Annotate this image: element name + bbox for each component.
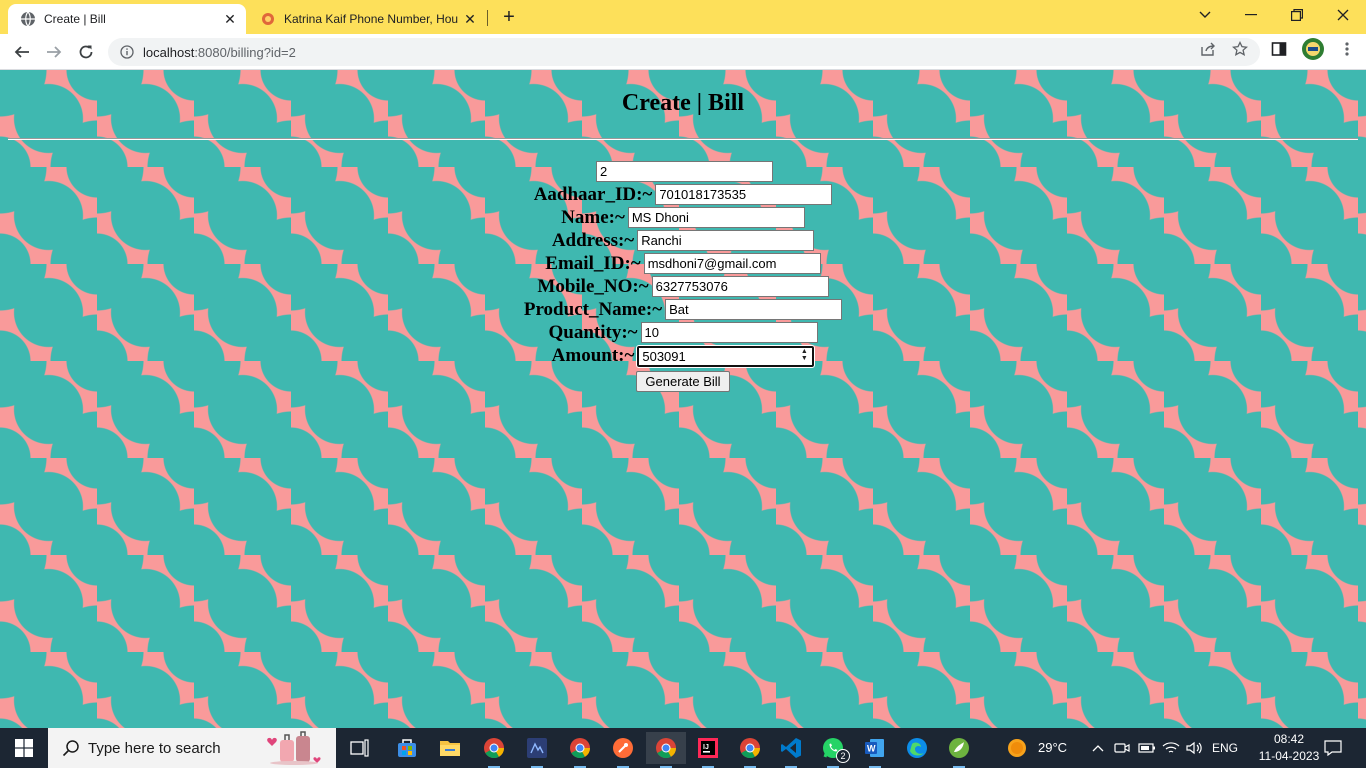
task-view-icon[interactable] xyxy=(340,732,380,764)
chrome-icon[interactable] xyxy=(560,732,600,768)
vscode-icon[interactable] xyxy=(771,732,811,768)
mobile-row: Mobile_NO:~ xyxy=(0,275,1366,298)
volume-icon[interactable] xyxy=(1184,732,1206,764)
whatsapp-badge: 2 xyxy=(836,749,850,763)
amount-label: Amount:~ xyxy=(551,345,635,366)
svg-text:W: W xyxy=(867,744,876,754)
battery-icon[interactable] xyxy=(1136,732,1158,764)
bookmark-star-icon[interactable] xyxy=(1231,40,1249,58)
tab-search-chevron-icon[interactable] xyxy=(1182,0,1228,30)
name-input[interactable] xyxy=(627,207,805,228)
profile-avatar-icon[interactable] xyxy=(1302,38,1324,60)
new-tab-button[interactable]: + xyxy=(498,6,520,28)
more-menu-icon[interactable] xyxy=(1338,40,1356,58)
microsoft-store-icon[interactable] xyxy=(387,732,427,764)
word-icon[interactable]: W xyxy=(855,732,895,768)
search-highlight-luggage-icon xyxy=(267,731,321,765)
file-explorer-icon[interactable] xyxy=(430,732,470,764)
edge-icon[interactable] xyxy=(897,732,937,764)
url-host: localhost xyxy=(143,44,195,60)
amount-field-wrapper: ▲▼ xyxy=(636,344,816,368)
back-arrow-icon[interactable] xyxy=(8,38,36,66)
amount-row: Amount:~ ▲▼ xyxy=(0,344,1366,368)
email-input[interactable] xyxy=(643,253,821,274)
side-panel-icon[interactable] xyxy=(1270,40,1288,58)
address-bar[interactable]: localhost:8080/billing?id=2 xyxy=(108,38,1260,66)
globe-icon xyxy=(20,11,36,27)
mobile-label: Mobile_NO:~ xyxy=(537,276,649,297)
billing-form: Aadhaar_ID:~ Name:~ Address:~ Email_ID:~… xyxy=(0,160,1366,394)
close-tab-icon[interactable]: ✕ xyxy=(460,9,480,29)
notification-center-icon[interactable] xyxy=(1318,732,1348,764)
taskbar-search-box[interactable]: Type here to search xyxy=(48,728,336,768)
email-label: Email_ID:~ xyxy=(545,253,641,274)
site-favicon-icon xyxy=(260,11,276,27)
browser-toolbar: localhost:8080/billing?id=2 xyxy=(0,34,1366,70)
quantity-label: Quantity:~ xyxy=(548,322,638,343)
meet-now-icon[interactable] xyxy=(1112,732,1132,764)
url-text: localhost:8080/billing?id=2 xyxy=(143,45,296,60)
mobile-input[interactable] xyxy=(651,276,829,297)
close-window-button[interactable] xyxy=(1320,0,1366,30)
weather-sun-icon[interactable] xyxy=(997,732,1037,764)
page-content: Create | Bill Aadhaar_ID:~ Name:~ Addres… xyxy=(0,70,1366,728)
eclipse-icon[interactable] xyxy=(517,732,557,768)
minimize-window-button[interactable] xyxy=(1228,0,1274,30)
email-row: Email_ID:~ xyxy=(0,252,1366,275)
clock-time[interactable]: 08:42 xyxy=(1264,732,1314,746)
product-name-label: Product_Name:~ xyxy=(523,299,663,320)
aadhaar-label: Aadhaar_ID:~ xyxy=(533,184,653,205)
tab-katrina-kaif[interactable]: Katrina Kaif Phone Number, Hou ✕ xyxy=(250,4,486,34)
quantity-row: Quantity:~ xyxy=(0,321,1366,344)
page-title: Create | Bill xyxy=(621,90,745,116)
clock-date[interactable]: 11-04-2023 xyxy=(1250,749,1328,763)
browser-tab-strip: Create | Bill ✕ Katrina Kaif Phone Numbe… xyxy=(0,0,1366,34)
address-input[interactable] xyxy=(637,230,815,251)
quantity-input[interactable] xyxy=(640,322,818,343)
share-icon[interactable] xyxy=(1199,40,1217,58)
postman-icon[interactable] xyxy=(603,732,643,768)
product-name-row: Product_Name:~ xyxy=(0,298,1366,321)
horizontal-rule xyxy=(8,138,1358,140)
chrome-icon[interactable] xyxy=(646,732,686,768)
id-row xyxy=(0,160,1366,183)
search-icon xyxy=(62,739,80,757)
whatsapp-icon[interactable]: 2 xyxy=(813,732,853,768)
forward-arrow-icon[interactable] xyxy=(40,38,68,66)
chrome-icon[interactable] xyxy=(474,732,514,768)
address-label: Address:~ xyxy=(551,230,635,251)
chevron-up-icon[interactable] xyxy=(1088,732,1108,764)
weather-temperature[interactable]: 29°C xyxy=(1038,740,1067,755)
windows-start-icon[interactable] xyxy=(0,728,48,768)
product-name-input[interactable] xyxy=(665,299,843,320)
generate-bill-button[interactable]: Generate Bill xyxy=(636,370,730,392)
site-info-icon[interactable] xyxy=(119,44,135,60)
name-row: Name:~ xyxy=(0,206,1366,229)
tab-title: Katrina Kaif Phone Number, Hou xyxy=(284,12,459,26)
name-label: Name:~ xyxy=(561,207,625,228)
input-language[interactable]: ENG xyxy=(1212,741,1238,755)
url-path: :8080/billing?id=2 xyxy=(194,44,296,60)
spring-tools-icon[interactable] xyxy=(939,732,979,768)
tab-title: Create | Bill xyxy=(44,12,106,26)
windows-taskbar: Type here to search IJ 2 W 29°C ENG 08:4… xyxy=(0,728,1366,768)
wifi-icon[interactable] xyxy=(1160,732,1182,764)
intellij-icon[interactable]: IJ xyxy=(688,732,728,768)
aadhaar-row: Aadhaar_ID:~ xyxy=(0,183,1366,206)
address-row: Address:~ xyxy=(0,229,1366,252)
reload-icon[interactable] xyxy=(72,38,100,66)
amount-input[interactable] xyxy=(636,345,816,368)
submit-row: Generate Bill xyxy=(0,368,1366,394)
number-spinner-icon[interactable]: ▲ ▼ xyxy=(799,348,809,362)
close-tab-icon[interactable]: ✕ xyxy=(220,9,240,29)
aadhaar-input[interactable] xyxy=(655,184,833,205)
restore-window-button[interactable] xyxy=(1274,0,1320,30)
search-placeholder: Type here to search xyxy=(88,739,221,757)
svg-text:IJ: IJ xyxy=(703,744,709,751)
id-input[interactable] xyxy=(596,161,773,182)
tab-separator xyxy=(487,10,488,26)
tab-create-bill[interactable]: Create | Bill ✕ xyxy=(8,4,246,34)
chrome-icon[interactable] xyxy=(730,732,770,768)
